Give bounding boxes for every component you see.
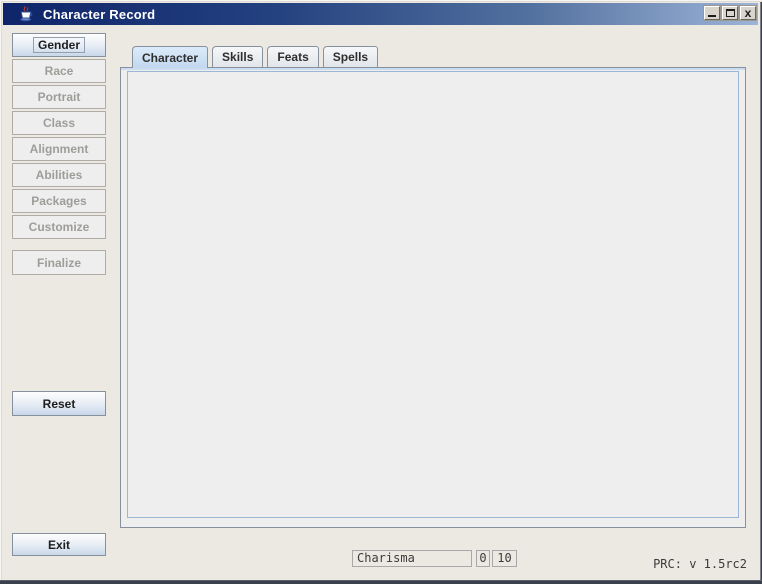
character-tab-panel <box>120 67 746 528</box>
maximize-button[interactable] <box>722 6 738 20</box>
alignment-button: Alignment <box>12 137 106 161</box>
customize-button: Customize <box>12 215 106 239</box>
finalize-button-label: Finalize <box>37 256 81 270</box>
tab-character-label: Character <box>142 51 198 65</box>
customize-button-label: Customize <box>29 220 90 234</box>
character-record-window: Character Record x Gender Race Portrait … <box>0 0 762 584</box>
tab-bar: Character Skills Feats Spells <box>132 46 378 67</box>
tab-skills[interactable]: Skills <box>212 46 263 67</box>
alignment-button-label: Alignment <box>30 142 89 156</box>
tab-spells[interactable]: Spells <box>323 46 378 67</box>
tab-feats-label: Feats <box>277 50 308 64</box>
packages-button: Packages <box>12 189 106 213</box>
exit-button-label: Exit <box>48 538 70 552</box>
portrait-button-label: Portrait <box>38 90 81 104</box>
window-bottom-edge <box>0 580 762 584</box>
race-button-label: Race <box>45 64 74 78</box>
close-icon: x <box>745 8 752 18</box>
maximize-icon <box>726 9 735 17</box>
abilities-button-label: Abilities <box>36 168 83 182</box>
minimize-icon <box>708 15 716 17</box>
window-title: Character Record <box>43 7 155 22</box>
class-button-label: Class <box>43 116 75 130</box>
ability-name-field: Charisma <box>352 550 472 567</box>
finalize-button: Finalize <box>12 250 106 275</box>
ability-modifier-field[interactable]: 0 <box>476 550 490 567</box>
close-button[interactable]: x <box>740 6 756 20</box>
prc-version-label: PRC: v 1.5rc2 <box>653 557 747 571</box>
gender-button[interactable]: Gender <box>12 33 106 57</box>
race-button: Race <box>12 59 106 83</box>
tab-character[interactable]: Character <box>132 46 208 68</box>
packages-button-label: Packages <box>31 194 86 208</box>
reset-button[interactable]: Reset <box>12 391 106 416</box>
title-bar[interactable]: Character Record x <box>3 3 758 25</box>
java-app-icon <box>18 6 34 22</box>
portrait-button: Portrait <box>12 85 106 109</box>
tab-skills-label: Skills <box>222 50 253 64</box>
character-summary-panel <box>127 71 739 518</box>
ability-row-charisma: Charisma 0 10 <box>352 550 517 567</box>
reset-button-label: Reset <box>43 397 76 411</box>
ability-score-field[interactable]: 10 <box>492 550 517 567</box>
tab-feats[interactable]: Feats <box>267 46 318 67</box>
minimize-button[interactable] <box>704 6 720 20</box>
exit-button[interactable]: Exit <box>12 533 106 556</box>
gender-button-label: Gender <box>33 37 85 53</box>
abilities-button: Abilities <box>12 163 106 187</box>
class-button: Class <box>12 111 106 135</box>
tab-spells-label: Spells <box>333 50 368 64</box>
